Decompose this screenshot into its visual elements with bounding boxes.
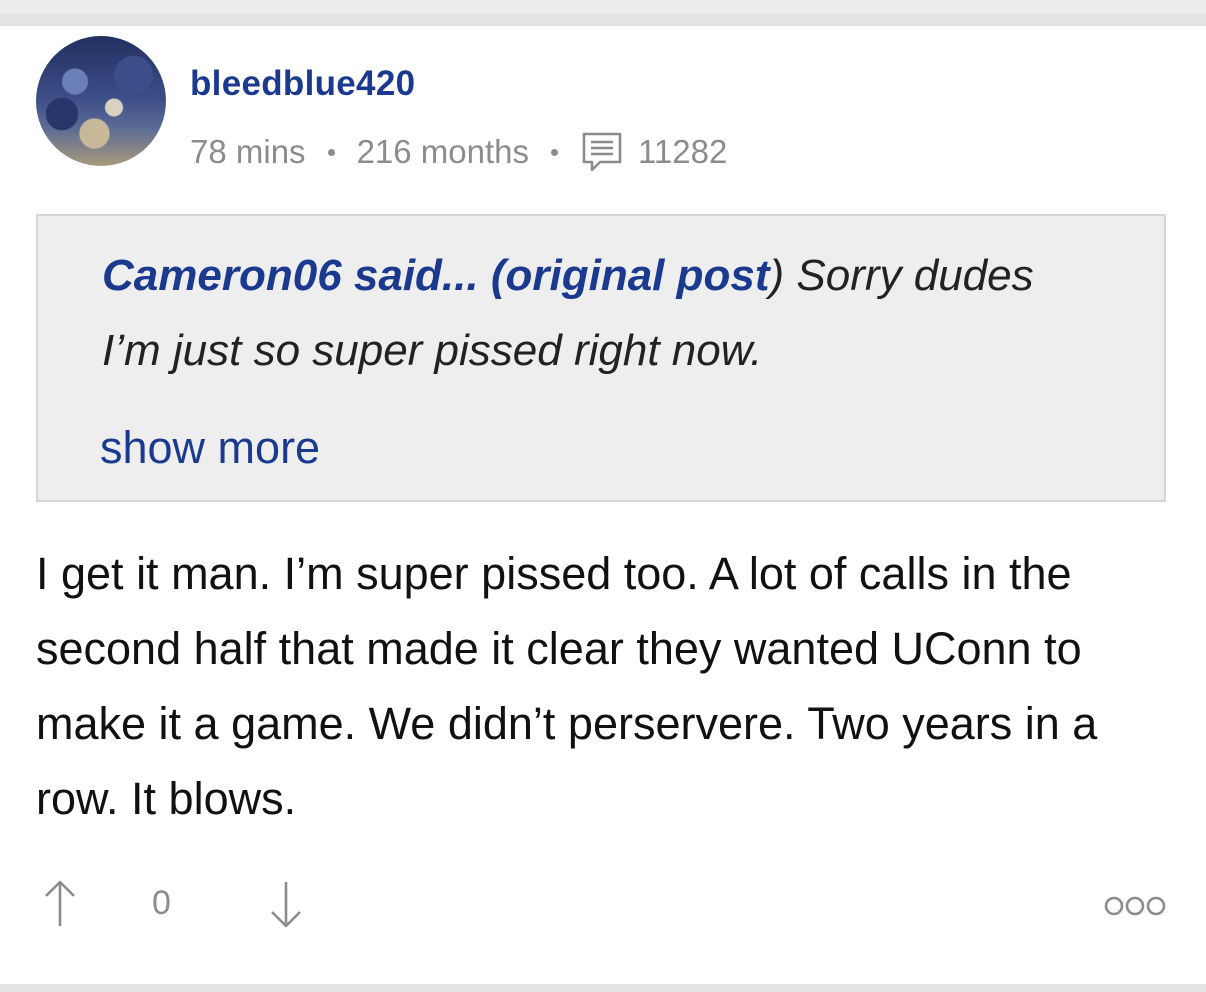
paren-close: )	[769, 251, 785, 300]
time-ago: 78 mins	[190, 133, 306, 170]
more-options-button[interactable]	[1104, 894, 1166, 918]
comment-icon	[580, 131, 624, 173]
bottom-divider	[0, 984, 1206, 992]
upvote-button[interactable]	[38, 876, 82, 932]
downvote-button[interactable]	[264, 876, 308, 932]
quote-text: Cameron06 said... (original post) Sorry …	[102, 238, 1102, 388]
separator-dot	[327, 148, 335, 156]
username-link[interactable]: bleedblue420	[190, 64, 415, 104]
post-count: 11282	[638, 133, 728, 170]
quote-author: Cameron06 said...	[102, 251, 479, 300]
separator-dot	[551, 148, 559, 156]
arrow-up-icon	[45, 880, 75, 926]
show-more-link[interactable]: show more	[100, 422, 320, 474]
avatar[interactable]	[36, 36, 166, 166]
member-duration: 216 months	[356, 133, 530, 170]
vote-score: 0	[152, 884, 171, 922]
top-divider	[0, 14, 1206, 26]
arrow-down-icon	[271, 882, 301, 928]
comment-body: I get it man. I’m super pissed too. A lo…	[36, 548, 1098, 824]
more-options-icon	[1104, 896, 1166, 916]
post-meta: 78 mins 216 months 11282	[190, 130, 727, 174]
original-post-link[interactable]: original post	[506, 251, 770, 300]
paren-open: (	[478, 251, 506, 300]
comment-actions: 0	[36, 876, 1166, 932]
quote-box: Cameron06 said... (original post) Sorry …	[36, 214, 1166, 502]
